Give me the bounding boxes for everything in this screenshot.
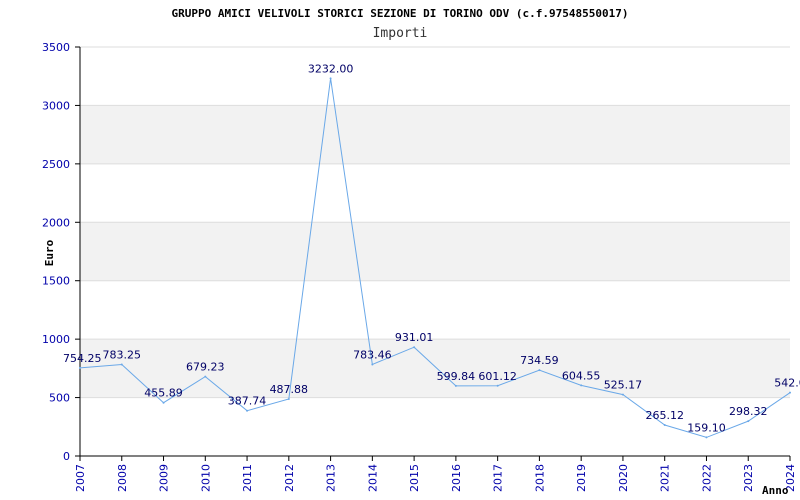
data-label: 931.01 <box>395 331 434 344</box>
y-tick-label: 1000 <box>42 333 70 346</box>
y-tick-label: 2000 <box>42 216 70 229</box>
data-label: 387.74 <box>228 395 267 408</box>
data-point <box>204 375 207 378</box>
data-label: 542.0 <box>774 377 800 390</box>
y-tick-label: 3000 <box>42 99 70 112</box>
x-tick-label: 2022 <box>700 464 713 492</box>
x-tick-label: 2023 <box>742 464 755 492</box>
x-tick-label: 2014 <box>366 464 379 492</box>
grid-band <box>80 105 790 164</box>
data-point <box>79 366 81 369</box>
y-tick-label: 3500 <box>42 41 70 54</box>
chart-subtitle: Importi <box>373 26 428 41</box>
data-point <box>538 369 541 372</box>
x-tick-label: 2008 <box>116 464 129 492</box>
x-tick-label: 2015 <box>408 464 421 492</box>
data-point <box>413 346 416 349</box>
x-tick-label: 2020 <box>617 464 630 492</box>
x-tick-label: 2018 <box>533 464 546 492</box>
grid-bands <box>80 105 790 398</box>
data-label: 455.89 <box>144 387 183 400</box>
x-tick-label: 2013 <box>325 464 338 492</box>
data-label: 601.12 <box>478 370 517 383</box>
chart: 754.25 783.25 455.89 679.23 387.74 487.88 3232… <box>0 0 800 500</box>
chart-title: GRUPPO AMICI VELIVOLI STORICI SEZIONE DI… <box>172 7 629 20</box>
data-point <box>621 393 624 396</box>
data-point <box>162 401 165 404</box>
y-tick-label: 2500 <box>42 158 70 171</box>
data-label: 487.88 <box>270 383 309 396</box>
data-point <box>246 409 249 412</box>
data-label: 783.25 <box>103 348 142 361</box>
x-tick-label: 2012 <box>283 464 296 492</box>
data-point <box>120 363 123 366</box>
data-point <box>747 420 750 423</box>
chart-svg: 754.25 783.25 455.89679.23 387.74487.88 3232… <box>42 7 800 497</box>
y-tick-label: 500 <box>49 392 70 405</box>
x-tick-label: 2007 <box>74 464 87 492</box>
data-point <box>371 363 374 366</box>
data-point <box>329 77 332 80</box>
y-tick-label: 1500 <box>42 275 70 288</box>
data-label: 599.84 <box>437 370 476 383</box>
data-point <box>580 384 583 387</box>
data-point <box>496 384 499 387</box>
data-label: 525.17 <box>604 379 643 392</box>
x-tick-label: 2009 <box>158 464 171 492</box>
x-tick-label: 2011 <box>241 464 254 492</box>
data-label: 3232.00 <box>308 62 354 75</box>
x-tick-label: 2016 <box>450 464 463 492</box>
x-tick-label: 2010 <box>199 464 212 492</box>
data-label: 679.23 <box>186 361 225 374</box>
data-label: 265.12 <box>645 409 684 422</box>
x-tick-label: 2017 <box>492 464 505 492</box>
data-label: 734.59 <box>520 354 559 367</box>
data-label: 783.46 <box>353 348 392 361</box>
data-label: 298.32 <box>729 405 768 418</box>
x-tick-label: 2021 <box>659 464 672 492</box>
grid-band <box>80 222 790 281</box>
data-point <box>454 384 457 387</box>
y-tick-label: 0 <box>63 450 70 463</box>
data-point <box>663 424 666 427</box>
data-label: 604.55 <box>562 369 601 382</box>
data-point <box>789 391 791 394</box>
data-point <box>705 436 708 439</box>
data-label: 754.25 <box>63 352 102 365</box>
x-axis-title: Anno <box>762 484 789 497</box>
data-label: 159.10 <box>687 421 726 434</box>
data-point <box>287 397 290 400</box>
y-axis-title: Euro <box>43 239 56 266</box>
x-tick-label: 2019 <box>575 464 588 492</box>
x-tick-labels: 2007 2008 2009 2010 2011 2012 2013 2014 2015 2016… <box>74 464 797 492</box>
